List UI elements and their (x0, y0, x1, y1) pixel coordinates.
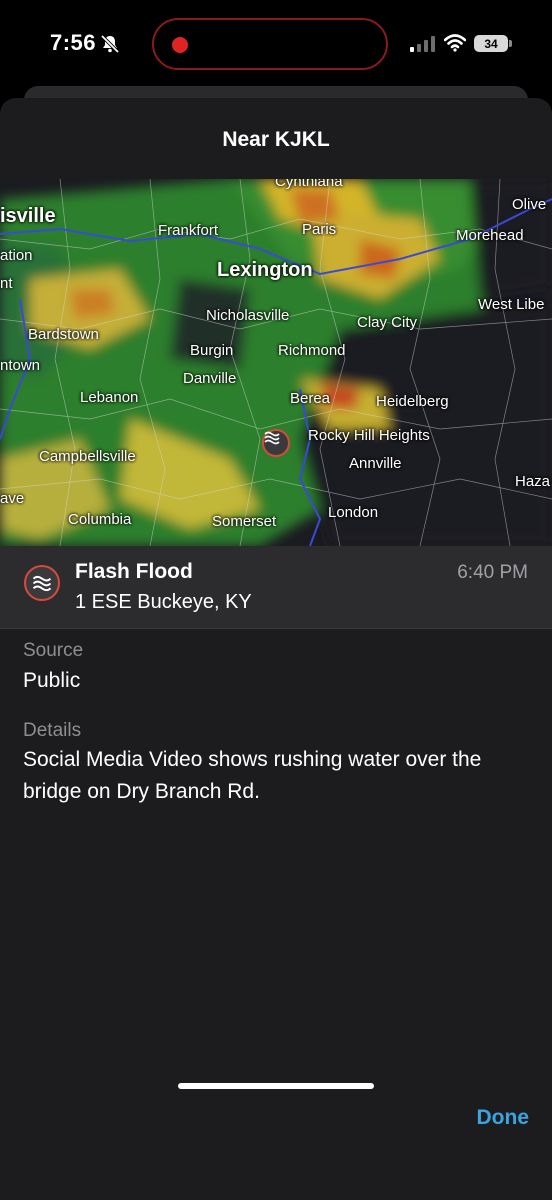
map-label-hazard: Haza (515, 473, 551, 490)
details-label: Details (23, 720, 82, 741)
map-label-burgin: Burgin (190, 342, 234, 359)
map-label-nt: nt (0, 275, 13, 292)
done-button[interactable]: Done (477, 1106, 530, 1130)
flood-waves-icon (32, 575, 52, 591)
recording-indicator-icon (172, 37, 188, 53)
event-location: 1 ESE Buckeye, KY (75, 591, 252, 613)
signal-icon (410, 36, 435, 52)
map-label-clay-city: Clay City (357, 314, 418, 331)
map-label-heidelberg: Heidelberg (376, 393, 449, 410)
map-label-morehead: Morehead (456, 227, 524, 244)
map-label-bardstown: Bardstown (28, 326, 99, 343)
sheet-title: Near KJKL (222, 128, 330, 151)
battery-cap (509, 40, 512, 47)
battery-level: 34 (484, 36, 498, 51)
map-label-annville: Annville (349, 455, 402, 472)
map-label-lexington: Lexington (217, 259, 313, 281)
map-label-louisville: isville (0, 205, 56, 227)
report-sheet: Near KJKL Cynthiana isville Frankfort Pa… (0, 98, 552, 1200)
map-label-lebanon: Lebanon (80, 389, 139, 406)
radar-map[interactable]: Cynthiana isville Frankfort Paris Olive … (0, 179, 552, 546)
flood-report-marker[interactable] (262, 429, 290, 457)
battery-icon: 34 (474, 35, 508, 52)
home-indicator[interactable] (178, 1083, 374, 1089)
map-label-ave: ave (0, 490, 25, 507)
map-label-columbia: Columbia (68, 511, 132, 528)
status-bar: 7:56 34 (0, 0, 552, 90)
map-label-west-liberty: West Libe (478, 296, 545, 313)
map-label-richmond: Richmond (278, 342, 346, 359)
map-label-somerset: Somerset (212, 513, 277, 530)
status-time: 7:56 (50, 30, 97, 55)
map-label-paris: Paris (302, 221, 337, 238)
map-label-london: London (328, 504, 379, 521)
map-label-station: ation (0, 247, 33, 264)
map-label-berea: Berea (290, 390, 331, 407)
wifi-icon (444, 34, 466, 52)
event-time: 6:40 PM (457, 562, 528, 583)
flood-waves-icon (264, 431, 280, 445)
map-label-campbellsville: Campbellsville (39, 448, 136, 465)
map-label-frankfort: Frankfort (158, 222, 219, 239)
source-value: Public (23, 669, 81, 692)
event-icon-badge (24, 565, 60, 601)
map-label-cynthiana: Cynthiana (275, 179, 343, 190)
bell-slash-icon (100, 34, 120, 54)
dynamic-island[interactable] (152, 18, 388, 70)
map-label-olive: Olive (512, 196, 547, 213)
map-label-danville: Danville (183, 370, 237, 387)
details-value: Social Media Video shows rushing water o… (23, 748, 482, 803)
event-row[interactable]: Flash Flood 1 ESE Buckeye, KY 6:40 PM (0, 546, 552, 629)
map-label-nicholasville: Nicholasville (206, 307, 290, 324)
map-label-town: ntown (0, 357, 41, 374)
map-label-rocky-hill-heights: Rocky Hill Heights (308, 427, 430, 444)
event-title: Flash Flood (75, 560, 193, 583)
source-label: Source (23, 640, 84, 661)
